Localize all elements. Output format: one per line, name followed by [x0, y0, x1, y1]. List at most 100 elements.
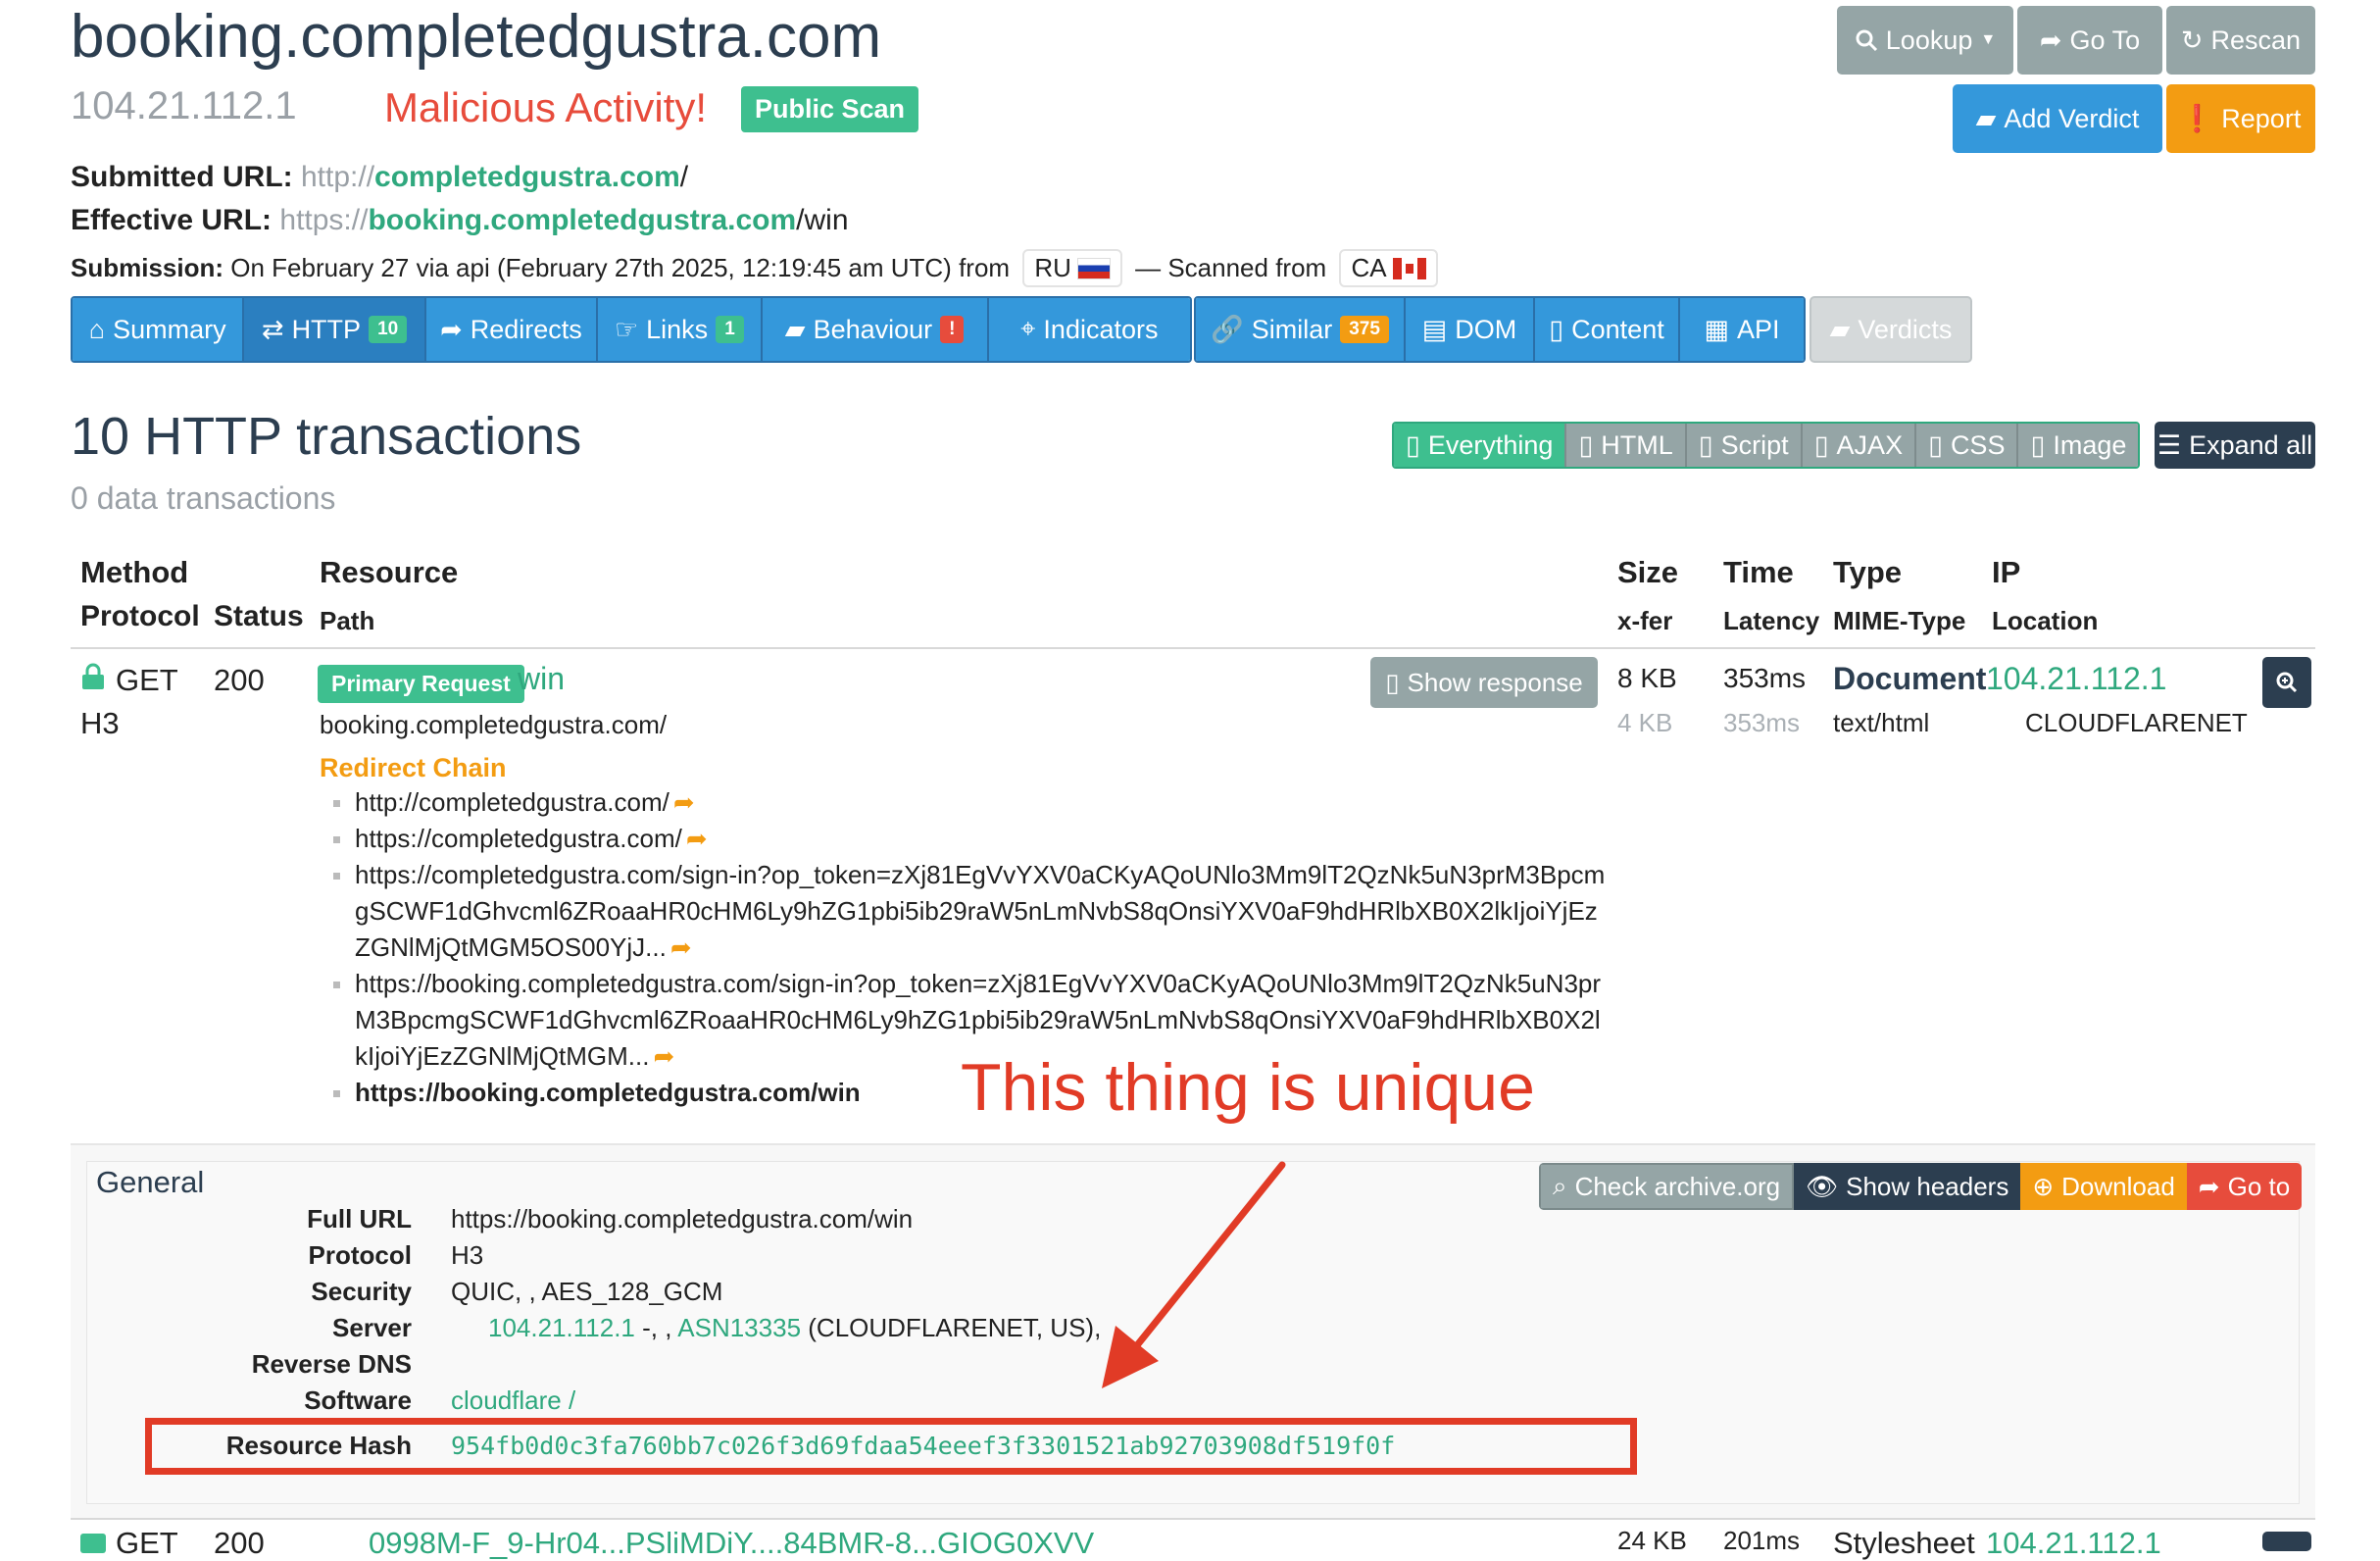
from-country-chip[interactable]: RU: [1022, 249, 1122, 287]
file-icon: ▯: [1578, 429, 1594, 460]
expand-all-button[interactable]: ☰ Expand all: [2155, 422, 2315, 469]
col-protocol: Protocol: [80, 600, 200, 632]
submission-text: On February 27 via api (February 27th 20…: [230, 253, 1011, 282]
goto-resource-label: Go to: [2227, 1171, 2291, 1201]
tab-label: HTTP: [291, 314, 362, 344]
tab-behaviour[interactable]: ▰ Behaviour !: [762, 298, 989, 361]
submitted-url-row: Submitted URL: http://completedgustra.co…: [71, 161, 688, 194]
effective-url-link[interactable]: booking.completedgustra.com: [368, 204, 796, 236]
share-arrow-icon[interactable]: ➦: [686, 824, 708, 853]
zoom-details-button[interactable]: [2262, 657, 2311, 708]
file-icon: ▯: [1813, 429, 1829, 460]
filter-css[interactable]: ▯ CSS: [1914, 424, 2017, 467]
tab-redirects[interactable]: ➦ Redirects: [425, 298, 599, 361]
full-url-value: https://booking.completedgustra.com/win: [451, 1204, 914, 1234]
col-method: Method: [80, 555, 189, 589]
tab-count: 375: [1340, 316, 1389, 343]
redirect-url: http://completedgustra.com/: [355, 787, 669, 817]
filter-image[interactable]: ▯ Image: [2016, 424, 2139, 467]
scanned-country-code: CA: [1351, 253, 1387, 282]
show-response-button[interactable]: ▯ Show response: [1370, 657, 1598, 708]
general-title: General: [96, 1165, 205, 1199]
check-archive-button[interactable]: ⌕ Check archive.org: [1539, 1163, 1795, 1210]
tab-http[interactable]: ⇄ HTTP 10: [244, 298, 426, 361]
filter-label: HTML: [1601, 429, 1673, 460]
share-arrow-icon[interactable]: ➦: [670, 932, 692, 962]
row-status: 200: [214, 663, 265, 697]
tab-similar[interactable]: 🔗 Similar 375: [1196, 298, 1406, 361]
effective-url-scheme: https://: [279, 204, 369, 236]
col-size: Size: [1617, 555, 1679, 589]
filter-label: Image: [2053, 429, 2127, 460]
tab-dom[interactable]: ▤ DOM: [1406, 298, 1535, 361]
filter-html[interactable]: ▯ HTML: [1564, 424, 1685, 467]
next-row-ip-link[interactable]: 104.21.112.1: [1986, 1526, 2161, 1561]
share-arrow-icon: ➦: [2198, 1171, 2220, 1201]
tab-label: API: [1736, 314, 1780, 344]
tab-content[interactable]: ▯ Content: [1535, 298, 1680, 361]
rescan-button[interactable]: ↻ Rescan: [2166, 6, 2315, 75]
redirect-chain-title: Redirect Chain: [320, 753, 507, 782]
rescan-label: Rescan: [2210, 25, 2302, 55]
share-arrow-icon[interactable]: ➦: [653, 1041, 674, 1071]
next-row-resource-link[interactable]: 0998M-F_9-Hr04...PSliMDiY....84BMR-8...G…: [369, 1526, 1094, 1561]
row-ip-link[interactable]: 104.21.112.1: [1986, 661, 2166, 697]
add-verdict-label: Add Verdict: [2004, 103, 2140, 133]
row-filename-link[interactable]: win: [518, 661, 565, 697]
share-arrow-icon[interactable]: ➦: [673, 787, 695, 817]
scanned-country-chip[interactable]: CA: [1339, 249, 1438, 287]
home-icon: ⌂: [88, 314, 106, 344]
tab-label: Summary: [113, 314, 226, 344]
server-asn-link[interactable]: ASN13335: [677, 1313, 801, 1342]
lock-icon: [80, 1534, 106, 1553]
redirect-url: https://booking.completedgustra.com/win: [355, 1078, 861, 1107]
goto-resource-button[interactable]: ➦ Go to: [2186, 1163, 2303, 1210]
share-arrow-icon: ➦: [440, 314, 463, 344]
col-type: Type: [1833, 555, 1903, 589]
server-ip-link[interactable]: 104.21.112.1: [488, 1313, 635, 1342]
section-subtitle: 0 data transactions: [71, 480, 336, 516]
row-location: CLOUDFLARENET: [2025, 708, 2248, 737]
tab-links[interactable]: ☞ Links 1: [598, 298, 763, 361]
filter-script[interactable]: ▯ Script: [1684, 424, 1801, 467]
goto-button[interactable]: ➦ Go To: [2017, 6, 2162, 75]
filter-ajax[interactable]: ▯ AJAX: [1800, 424, 1915, 467]
software-value[interactable]: cloudflare /: [451, 1385, 575, 1413]
tab-count: 1: [716, 316, 744, 343]
tab-summary[interactable]: ⌂ Summary: [73, 298, 245, 361]
redirect-item: https://completedgustra.com/➦: [333, 821, 1608, 857]
download-button[interactable]: ⊕ Download: [2020, 1163, 2187, 1210]
tab-indicators[interactable]: ⌖ Indicators: [988, 298, 1190, 361]
show-headers-button[interactable]: 👁 Show headers: [1794, 1163, 2021, 1210]
filter-everything[interactable]: ▯ Everything: [1394, 424, 1565, 467]
hand-pointer-icon: ☞: [614, 314, 639, 344]
server-org: (CLOUDFLARENET, US),: [808, 1313, 1102, 1342]
tab-verdicts[interactable]: ▰ Verdicts: [1810, 296, 1972, 363]
file-icon: ▯: [1928, 429, 1943, 460]
redirect-url: https://completedgustra.com/: [355, 824, 682, 853]
effective-url-label: Effective URL:: [71, 204, 273, 236]
col-status: Status: [214, 600, 304, 632]
server-separator: -, ,: [642, 1313, 672, 1342]
filter-label: AJAX: [1836, 429, 1904, 460]
col-mime: MIME-Type: [1833, 606, 1966, 635]
effective-url-row: Effective URL: https://booking.completed…: [71, 204, 849, 237]
lookup-button[interactable]: Lookup ▼: [1837, 6, 2013, 75]
tab-label: Redirects: [470, 314, 582, 344]
security-value: QUIC, , AES_128_GCM: [451, 1277, 723, 1306]
submitted-url-link[interactable]: completedgustra.com: [374, 161, 680, 193]
check-archive-label: Check archive.org: [1574, 1171, 1781, 1201]
comment-icon: ▰: [1975, 103, 1997, 133]
qrcode-icon: ▦: [1704, 314, 1729, 344]
report-button[interactable]: ❗ Report: [2166, 84, 2315, 153]
file-icon: ▯: [1549, 314, 1564, 344]
col-resource: Resource: [320, 555, 459, 589]
col-xfer: x-fer: [1617, 606, 1673, 635]
zoom-details-button[interactable]: [2262, 1532, 2311, 1551]
next-row-type: Stylesheet: [1833, 1526, 1975, 1560]
tab-count: 10: [369, 316, 408, 343]
add-verdict-button[interactable]: ▰ Add Verdict: [1953, 84, 2162, 153]
row-type: Document: [1833, 661, 1987, 696]
tab-label: Links: [646, 314, 709, 344]
tab-api[interactable]: ▦ API: [1680, 298, 1804, 361]
